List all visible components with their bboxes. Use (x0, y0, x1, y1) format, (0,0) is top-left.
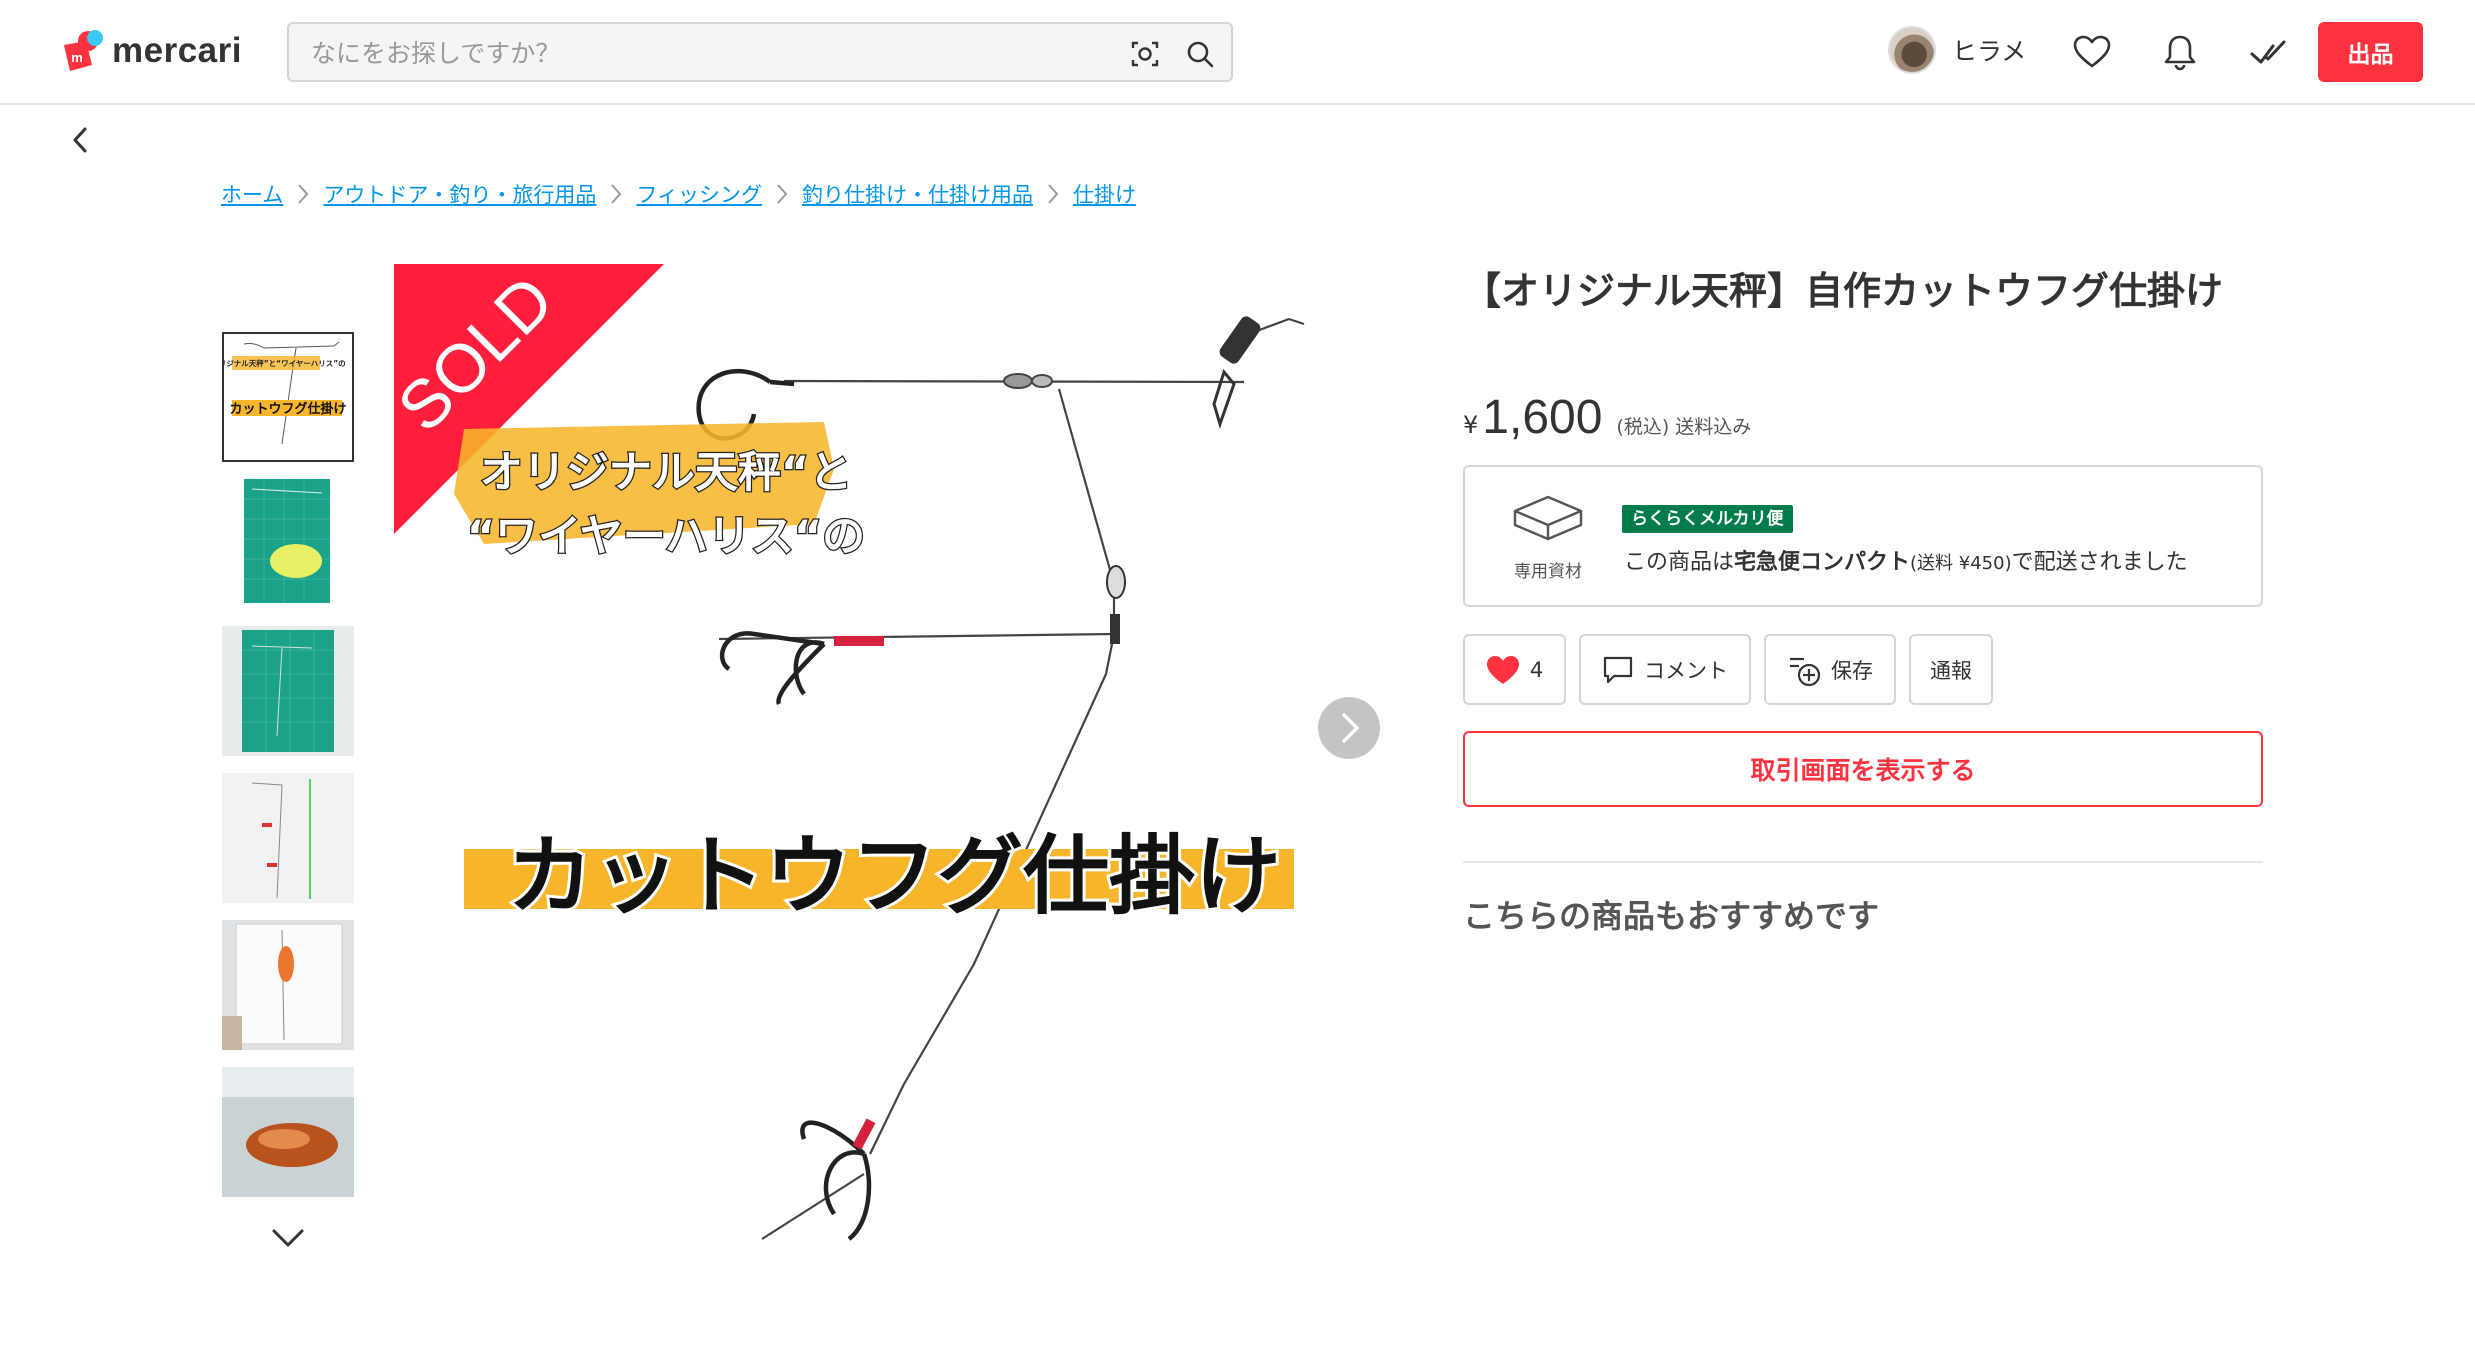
caption-line-2: “ワイヤーハリス“の (467, 512, 865, 562)
shipping-method: 宅急便コンパクト (1734, 550, 1911, 575)
heart-filled-icon (1486, 655, 1519, 684)
next-image-button[interactable] (1318, 697, 1380, 759)
price-note: (税込) 送料込み (1616, 416, 1752, 438)
section-divider (1463, 861, 2263, 863)
item-title: 【オリジナル天秤】自作カットウフグ仕掛け (1463, 269, 2224, 313)
breadcrumb-link-home[interactable]: ホーム (221, 179, 283, 209)
chevron-right-icon (596, 180, 636, 208)
avatar (1888, 26, 1936, 74)
sell-button[interactable]: 出品 (2318, 22, 2423, 82)
search-input[interactable] (311, 34, 1091, 72)
thumbnail-1-main-caption: カットウフグ仕掛け (229, 401, 346, 417)
save-plus-icon (1790, 657, 1821, 686)
logo-text: mercari (112, 31, 242, 70)
thumbnail-3[interactable] (222, 626, 354, 756)
breadcrumb: ホーム アウトドア・釣り・旅行用品 フィッシング 釣り仕掛け・仕掛け用品 仕掛け (221, 179, 1136, 209)
breadcrumb-link-fishing[interactable]: フィッシング (636, 179, 762, 209)
user-menu[interactable]: ヒラメ (1888, 26, 2026, 74)
view-transaction-button[interactable]: 取引画面を表示する (1463, 731, 2263, 807)
back-arrow-icon[interactable] (66, 123, 96, 157)
shipping-text: この商品は宅急便コンパクト(送料 ¥450)で配送されました (1624, 550, 2188, 575)
price-value: 1,600 (1482, 391, 1603, 444)
package-box-icon (1513, 495, 1583, 541)
comment-icon (1603, 656, 1633, 683)
recommendations-title: こちらの商品もおすすめです (1463, 897, 1880, 935)
product-main-image[interactable]: SOLD オリジナル天秤“と “ワイヤーハリス“の カットウフグ仕掛け (394, 264, 1379, 1249)
caption-main: カットウフグ仕掛け (507, 826, 1281, 926)
package-icon-label: 専用資材 (1514, 562, 1582, 582)
breadcrumb-link-rig[interactable]: 仕掛け (1073, 179, 1136, 209)
shipping-fee: (送料 ¥450) (1910, 553, 2012, 574)
thumbnail-6[interactable] (222, 1067, 354, 1197)
like-count: 4 (1529, 657, 1544, 682)
checkmark-icon[interactable] (2248, 32, 2288, 72)
thumbnail-4[interactable] (222, 773, 354, 903)
item-price: ¥ 1,600 (税込) 送料込み (1463, 390, 1751, 445)
camera-search-icon[interactable] (1129, 38, 1161, 70)
chevron-down-icon[interactable] (268, 1225, 308, 1251)
bell-icon[interactable] (2160, 32, 2200, 72)
username: ヒラメ (1952, 37, 2027, 66)
price-currency: ¥ (1463, 411, 1479, 439)
comment-button[interactable]: コメント (1579, 634, 1751, 705)
save-label: 保存 (1831, 658, 1873, 683)
search-icon[interactable] (1184, 38, 1216, 70)
thumbnail-1[interactable]: “オリジナル天秤”と“ワイヤーハリス”の カットウフグ仕掛け (222, 332, 354, 462)
chevron-right-icon (1342, 713, 1359, 743)
thumbnail-5[interactable] (222, 920, 354, 1050)
thumbnail-2[interactable] (222, 479, 354, 609)
mercari-logo[interactable]: m mercari (58, 27, 242, 75)
heart-icon[interactable] (2072, 32, 2112, 72)
chevron-right-icon (283, 180, 323, 208)
shipping-badge: らくらくメルカリ便 (1622, 505, 1793, 533)
chevron-right-icon (762, 180, 802, 208)
breadcrumb-link-outdoor[interactable]: アウトドア・釣り・旅行用品 (323, 179, 596, 209)
search-bar (287, 22, 1233, 82)
caption-line-1: オリジナル天秤“と (480, 448, 852, 498)
shipping-info: 専用資材 らくらくメルカリ便 この商品は宅急便コンパクト(送料 ¥450)で配送… (1463, 465, 2263, 607)
chevron-right-icon (1033, 180, 1073, 208)
breadcrumb-link-tackle[interactable]: 釣り仕掛け・仕掛け用品 (802, 179, 1033, 209)
thumbnail-1-top-caption: “オリジナル天秤”と“ワイヤーハリス”の (224, 358, 346, 368)
mercari-logo-icon: m (58, 27, 106, 75)
save-button[interactable]: 保存 (1764, 634, 1896, 705)
report-button[interactable]: 通報 (1909, 634, 1993, 705)
svg-text:m: m (71, 50, 83, 65)
comment-label: コメント (1644, 658, 1728, 683)
site-header: m mercari ヒラメ 出品 (0, 0, 2475, 105)
like-button[interactable]: 4 (1463, 634, 1566, 705)
